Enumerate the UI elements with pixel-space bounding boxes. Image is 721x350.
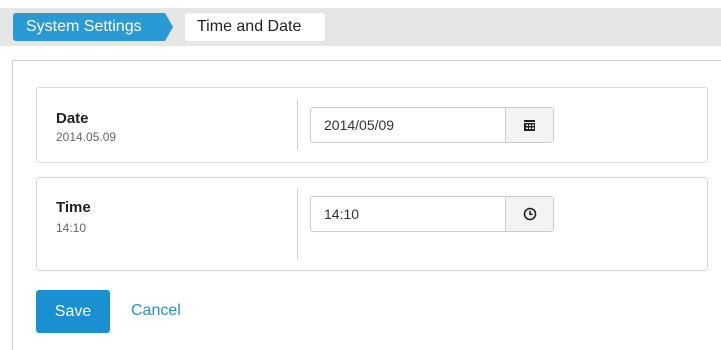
date-setting-row: Date 2014.05.09 — [36, 87, 708, 163]
time-current-value: 14:10 — [56, 221, 87, 235]
row-divider — [297, 99, 298, 150]
date-input[interactable] — [311, 108, 505, 142]
breadcrumb-system-settings[interactable]: System Settings — [13, 13, 173, 41]
breadcrumb-time-and-date: Time and Date — [185, 13, 325, 41]
clock-icon — [523, 207, 536, 221]
date-current-value: 2014.05.09 — [56, 130, 117, 144]
row-divider — [297, 189, 298, 259]
breadcrumb: System Settings Time and Date — [0, 8, 721, 46]
date-field-group — [310, 107, 554, 143]
save-button[interactable]: Save — [36, 290, 110, 333]
time-setting-row: Time 14:10 — [36, 177, 708, 271]
time-picker-button[interactable] — [505, 197, 553, 231]
date-label: Date — [56, 110, 89, 127]
calendar-icon — [524, 119, 535, 131]
time-input[interactable] — [311, 197, 505, 231]
time-label: Time — [56, 199, 91, 216]
date-picker-button[interactable] — [505, 108, 553, 142]
time-field-group — [310, 196, 554, 232]
cancel-link[interactable]: Cancel — [131, 302, 181, 320]
